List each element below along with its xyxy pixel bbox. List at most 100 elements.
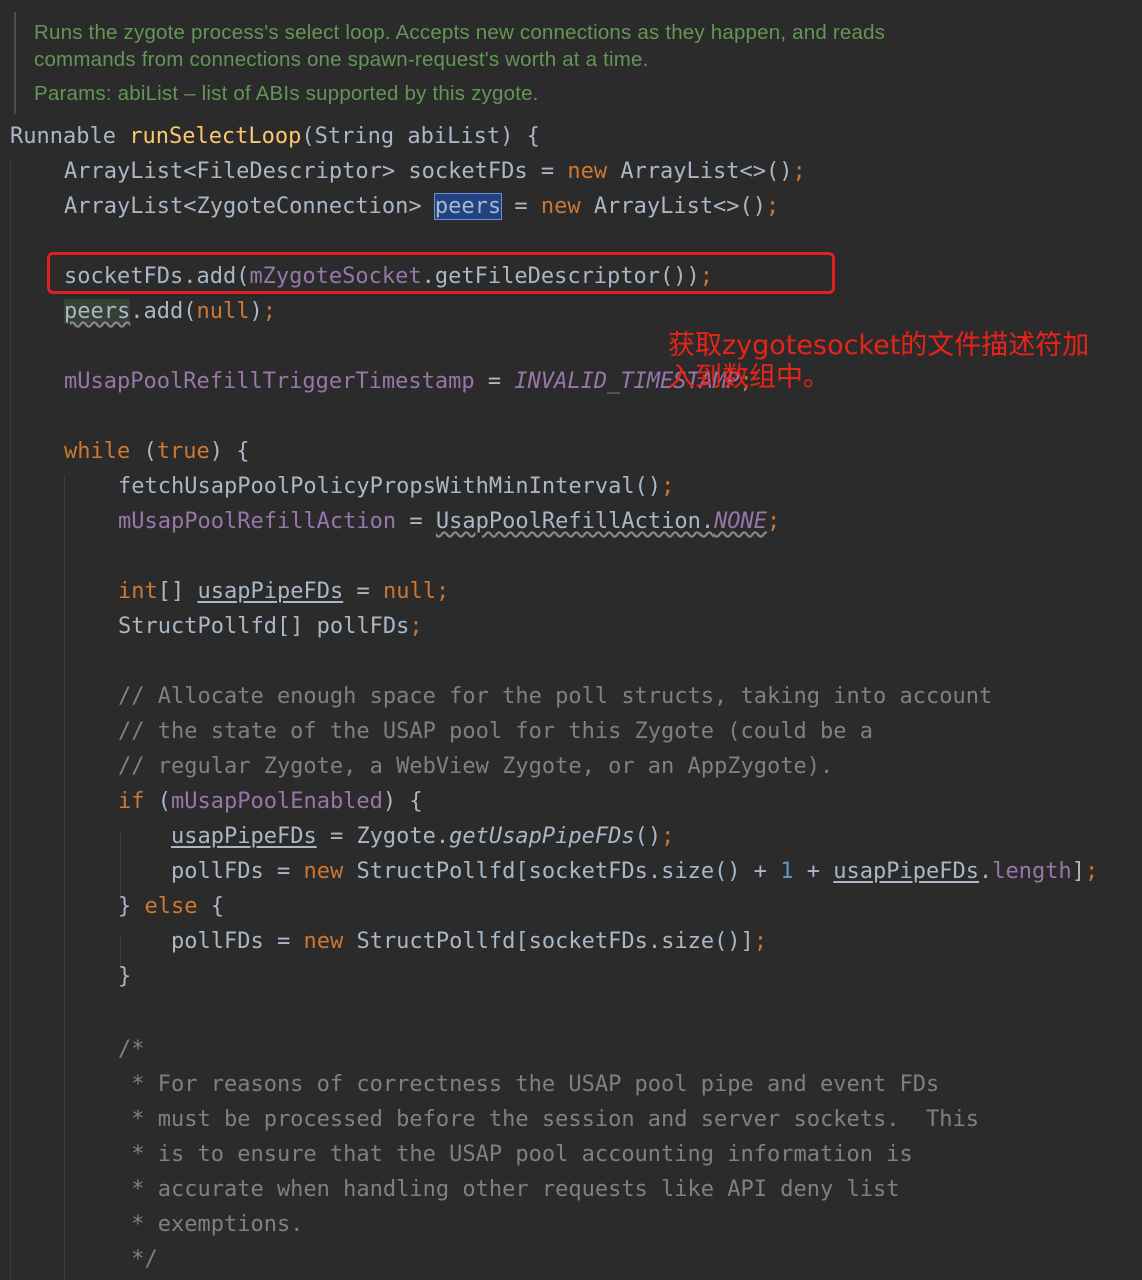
highlight-box [47, 252, 835, 294]
token: = [474, 369, 515, 394]
annotation-note: 获取zygotesocket的文件描述符加入到数组中。 [668, 330, 1090, 393]
token: . [700, 509, 715, 534]
javadoc-block: Runs the zygote process's select loop. A… [0, 0, 1142, 118]
reassigned-var: usapPipeFDs [833, 859, 979, 884]
token: ) { [209, 439, 250, 464]
code-line[interactable]: pollFDs = new StructPollfd[socketFDs.siz… [171, 927, 767, 957]
code-line[interactable]: peers.add(null); [64, 297, 276, 327]
doc-gutter-bar [14, 12, 16, 114]
method-signature[interactable]: Runnable runSelectLoop(String abiList) { [10, 122, 540, 152]
code-line[interactable]: ArrayList<ZygoteConnection> peers = new … [64, 192, 779, 222]
block-comment[interactable]: * accurate when handling other requests … [118, 1175, 899, 1205]
token: = Zygote. [316, 824, 450, 849]
semicolon: ; [435, 579, 450, 604]
field: mUsapPoolRefillAction [118, 509, 397, 534]
selected-identifier[interactable]: peers [433, 193, 503, 220]
token: ) { [382, 789, 423, 814]
token: StructPollfd[] pollFDs [118, 614, 410, 639]
identifier-highlight: peers [64, 299, 131, 324]
keyword: else [144, 894, 198, 919]
code-line[interactable]: mUsapPoolRefillTriggerTimestamp = INVALI… [64, 367, 753, 397]
block-comment[interactable]: * For reasons of correctness the USAP po… [118, 1070, 939, 1100]
keyword: new [303, 859, 344, 884]
semicolon: ; [792, 159, 806, 184]
class-ref: UsapPoolRefillAction [435, 509, 701, 534]
token: StructPollfd[socketFDs.size()] [343, 929, 754, 954]
token: ArrayList<FileDescriptor> socketFDs = [64, 159, 568, 184]
static-field: NONE [714, 509, 768, 534]
indent-guide [10, 160, 11, 1280]
block-comment[interactable]: * must be processed before the session a… [118, 1105, 979, 1135]
line-comment[interactable]: // regular Zygote, a WebView Zygote, or … [118, 752, 833, 782]
semicolon: ; [1084, 859, 1099, 884]
keyword: null [382, 579, 436, 604]
semicolon: ; [262, 299, 276, 324]
token: ( [144, 789, 171, 814]
static-method: getUsapPipeFDs [449, 824, 635, 849]
semicolon: ; [753, 929, 768, 954]
semicolon: ; [661, 474, 675, 499]
method-name: runSelectLoop [129, 124, 302, 149]
code-line[interactable]: usapPipeFDs = Zygote.getUsapPipeFDs(); [171, 822, 674, 852]
token: = [396, 509, 436, 534]
block-comment[interactable]: * is to ensure that the USAP pool accoun… [118, 1140, 912, 1170]
code-line[interactable]: ArrayList<FileDescriptor> socketFDs = ne… [64, 157, 806, 187]
token: StructPollfd[socketFDs.size() + [343, 859, 781, 884]
keyword: int [118, 579, 158, 604]
reassigned-var: usapPipeFDs [171, 824, 317, 849]
token: . [979, 859, 993, 884]
token: + [793, 859, 834, 884]
code-line[interactable]: if (mUsapPoolEnabled) { [118, 787, 423, 817]
keyword: true [156, 439, 210, 464]
token: [] [157, 579, 198, 604]
code-line[interactable]: mUsapPoolRefillAction = UsapPoolRefillAc… [118, 507, 780, 537]
block-comment[interactable]: /* [118, 1035, 145, 1065]
block-comment[interactable]: * exemptions. [118, 1210, 303, 1240]
line-comment[interactable]: // Allocate enough space for the poll st… [118, 682, 992, 712]
doc-line-1: Runs the zygote process's select loop. A… [34, 21, 886, 44]
token: pollFDs = [171, 929, 304, 954]
keyword: new [567, 159, 608, 184]
token: ArrayList<>() [607, 159, 793, 184]
token: ] [1071, 859, 1085, 884]
code-line[interactable]: while (true) { [64, 437, 249, 467]
semicolon: ; [409, 614, 423, 639]
token: ) [249, 299, 263, 324]
keyword: if [118, 789, 145, 814]
token: = [343, 579, 383, 604]
code-line[interactable]: pollFDs = new StructPollfd[socketFDs.siz… [171, 857, 1098, 887]
token: ArrayList<ZygoteConnection> [64, 194, 435, 219]
reassigned-var: usapPipeFDs [197, 579, 344, 604]
doc-params: Params: abiList – list of ABIs supported… [34, 82, 539, 105]
code-line[interactable]: int[] usapPipeFDs = null; [118, 577, 449, 607]
keyword: new [540, 194, 581, 219]
code-line[interactable]: fetchUsapPoolPolicyPropsWithMinInterval(… [118, 472, 674, 502]
field: mUsapPoolRefillTriggerTimestamp [64, 369, 475, 394]
keyword: null [196, 299, 250, 324]
code-line[interactable]: StructPollfd[] pollFDs; [118, 612, 423, 642]
token: fetchUsapPoolPolicyPropsWithMinInterval(… [118, 474, 662, 499]
token: ArrayList<>() [580, 194, 767, 219]
token: pollFDs = [171, 859, 304, 884]
code-line[interactable]: } [118, 962, 131, 992]
token: } [118, 894, 145, 919]
indent-guide [120, 830, 121, 900]
semicolon: ; [766, 194, 780, 219]
token: { [197, 894, 224, 919]
token: (String abiList) { [301, 124, 540, 149]
number-literal: 1 [780, 859, 794, 884]
field: mUsapPoolEnabled [171, 789, 383, 814]
token: Runnable [10, 124, 130, 149]
semicolon: ; [767, 509, 781, 534]
semicolon: ; [661, 824, 675, 849]
block-comment[interactable]: */ [118, 1245, 158, 1275]
field: length [992, 859, 1072, 884]
indent-guide [64, 475, 65, 1280]
code-line[interactable]: } else { [118, 892, 224, 922]
token: ( [130, 439, 157, 464]
keyword: new [303, 929, 344, 954]
doc-line-2: commands from connections one spawn-requ… [34, 48, 649, 71]
token: () [634, 824, 662, 849]
token: = [501, 194, 541, 219]
line-comment[interactable]: // the state of the USAP pool for this Z… [118, 717, 873, 747]
